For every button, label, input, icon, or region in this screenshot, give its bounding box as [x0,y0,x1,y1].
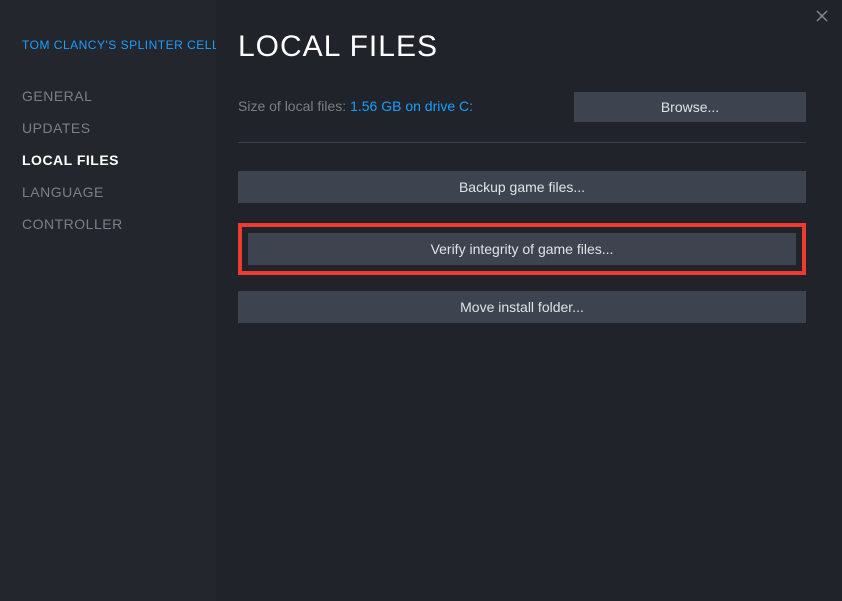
sidebar: TOM CLANCY'S SPLINTER CELL GENERAL UPDAT… [0,0,216,601]
backup-button[interactable]: Backup game files... [238,171,806,203]
sidebar-item-controller[interactable]: CONTROLLER [0,208,216,240]
main-content: LOCAL FILES Size of local files: 1.56 GB… [216,0,842,601]
game-title: TOM CLANCY'S SPLINTER CELL [0,38,216,52]
verify-button[interactable]: Verify integrity of game files... [248,233,796,265]
file-size-row: Size of local files: 1.56 GB on drive C:… [238,92,806,142]
file-size-label: Size of local files: [238,98,350,114]
page-title: LOCAL FILES [238,30,806,64]
sidebar-item-updates[interactable]: UPDATES [0,112,216,144]
verify-highlight: Verify integrity of game files... [238,223,806,275]
move-folder-button[interactable]: Move install folder... [238,291,806,323]
file-size-text: Size of local files: 1.56 GB on drive C: [238,98,473,116]
sidebar-item-language[interactable]: LANGUAGE [0,176,216,208]
divider [238,142,806,143]
file-size-link[interactable]: 1.56 GB on drive C: [350,98,473,114]
browse-button[interactable]: Browse... [574,92,806,122]
sidebar-item-local-files[interactable]: LOCAL FILES [0,144,216,176]
sidebar-item-general[interactable]: GENERAL [0,80,216,112]
